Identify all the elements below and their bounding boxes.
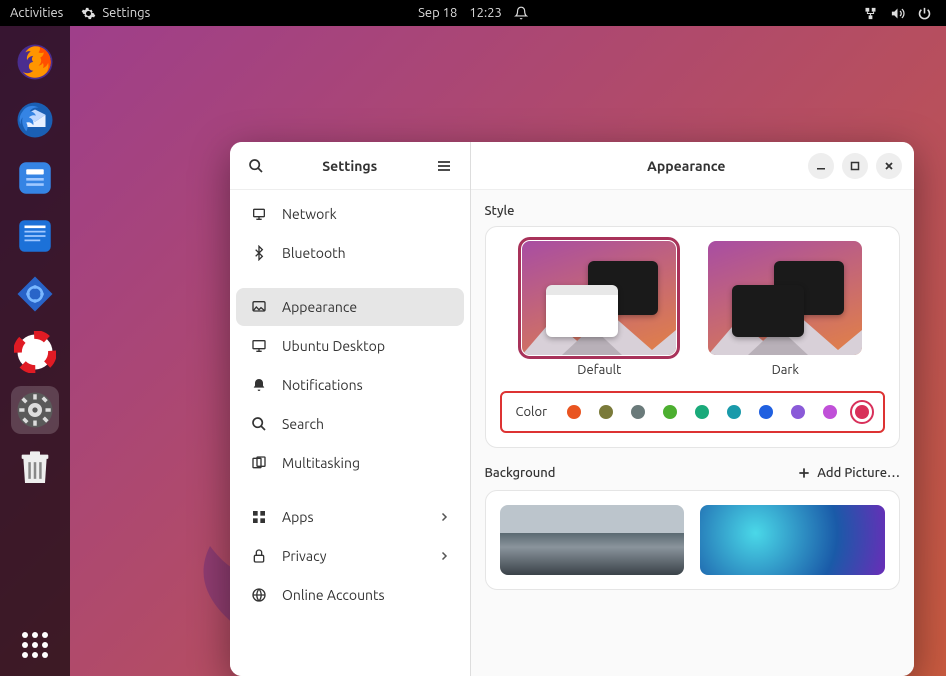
color-label: Color [516, 405, 548, 419]
activities-button[interactable]: Activities [10, 6, 63, 20]
accent-color-row: Color [500, 391, 886, 433]
sidebar-title: Settings [272, 158, 428, 174]
dock-app-thunderbird[interactable] [11, 96, 59, 144]
dock-app-trash[interactable] [11, 444, 59, 492]
sidebar-item-label: Notifications [282, 377, 363, 393]
sidebar-item-online-accounts[interactable]: Online Accounts [236, 576, 464, 614]
sidebar-item-label: Network [282, 206, 337, 222]
color-swatch-3[interactable] [663, 405, 677, 419]
color-swatch-6[interactable] [759, 405, 773, 419]
dock-app-settings[interactable] [11, 386, 59, 434]
sidebar-item-apps[interactable]: Apps [236, 498, 464, 536]
sidebar-item-notifications[interactable]: Notifications [236, 366, 464, 404]
style-label: Dark [772, 363, 799, 377]
content-title: Appearance [569, 158, 805, 174]
sidebar-header: Settings [230, 142, 470, 190]
network-status-icon[interactable] [863, 6, 878, 21]
sidebar-item-ubuntu-desktop[interactable]: Ubuntu Desktop [236, 327, 464, 365]
volume-icon[interactable] [890, 6, 905, 21]
color-swatch-9[interactable] [855, 405, 869, 419]
wallpaper-option-1[interactable] [500, 505, 685, 575]
minimize-button[interactable] [808, 153, 834, 179]
chevron-right-icon [438, 511, 450, 523]
color-swatch-2[interactable] [631, 405, 645, 419]
wallpaper-option-2[interactable] [700, 505, 885, 575]
active-app-indicator[interactable]: Settings [81, 6, 150, 21]
background-section-label: Background [485, 466, 556, 480]
sidebar-item-label: Appearance [282, 299, 357, 315]
sidebar-item-label: Ubuntu Desktop [282, 338, 385, 354]
menu-button[interactable] [428, 150, 460, 182]
close-button[interactable] [876, 153, 902, 179]
search-icon [250, 416, 268, 432]
sidebar-item-bluetooth[interactable]: Bluetooth [236, 234, 464, 272]
sidebar-item-label: Bluetooth [282, 245, 346, 261]
time-label: 12:23 [469, 6, 502, 20]
style-label: Default [577, 363, 621, 377]
bluetooth-icon [250, 245, 268, 261]
sidebar-item-label: Multitasking [282, 455, 360, 471]
sidebar-item-label: Search [282, 416, 324, 432]
date-label: Sep 18 [418, 6, 457, 20]
clock[interactable]: Sep 18 12:23 [418, 6, 528, 20]
apps-icon [250, 509, 268, 525]
add-picture-label: Add Picture… [817, 466, 900, 480]
power-icon[interactable] [917, 6, 932, 21]
sidebar-item-multitasking[interactable]: Multitasking [236, 444, 464, 482]
top-bar: Activities Settings Sep 18 12:23 [0, 0, 946, 26]
dock [0, 26, 70, 676]
active-app-label: Settings [102, 6, 150, 20]
style-thumb-light [522, 241, 676, 355]
background-card [485, 490, 901, 590]
style-section-label: Style [485, 204, 901, 218]
color-swatch-8[interactable] [823, 405, 837, 419]
bell-icon [250, 377, 268, 393]
style-thumb-dark [708, 241, 862, 355]
sidebar-item-label: Apps [282, 509, 314, 525]
privacy-icon [250, 548, 268, 564]
multitask-icon [250, 455, 268, 471]
search-button[interactable] [240, 150, 272, 182]
color-swatch-4[interactable] [695, 405, 709, 419]
color-swatch-1[interactable] [599, 405, 613, 419]
sidebar-item-search[interactable]: Search [236, 405, 464, 443]
sidebar-item-label: Privacy [282, 548, 326, 564]
add-picture-button[interactable]: Add Picture… [797, 466, 900, 480]
color-swatch-5[interactable] [727, 405, 741, 419]
settings-sidebar: Settings Network Bluetooth Appearance Ubunt… [230, 142, 471, 676]
settings-content: Appearance Style DefaultDark Color Ba [471, 142, 915, 676]
appearance-icon [250, 299, 268, 315]
content-header: Appearance [471, 142, 915, 190]
sidebar-item-privacy[interactable]: Privacy [236, 537, 464, 575]
sidebar-list: Network Bluetooth Appearance Ubuntu Desktop… [230, 190, 470, 676]
maximize-button[interactable] [842, 153, 868, 179]
style-option-light[interactable]: Default [522, 241, 676, 377]
dock-app-firefox[interactable] [11, 38, 59, 86]
sidebar-item-network[interactable]: Network [236, 195, 464, 233]
desktop-icon [250, 338, 268, 354]
settings-window: Settings Network Bluetooth Appearance Ubunt… [230, 142, 914, 676]
dock-app-files[interactable] [11, 154, 59, 202]
gear-icon [81, 6, 96, 21]
color-swatch-7[interactable] [791, 405, 805, 419]
style-card: Default Dark Color [485, 226, 901, 448]
notification-bell-icon [514, 6, 528, 20]
dock-app-help[interactable] [11, 328, 59, 376]
chevron-right-icon [438, 550, 450, 562]
accounts-icon [250, 587, 268, 603]
network-icon [250, 206, 268, 222]
show-applications-button[interactable] [22, 632, 48, 658]
sidebar-item-appearance[interactable]: Appearance [236, 288, 464, 326]
dock-app-software[interactable] [11, 270, 59, 318]
dock-app-writer[interactable] [11, 212, 59, 260]
color-swatch-0[interactable] [567, 405, 581, 419]
sidebar-item-label: Online Accounts [282, 587, 385, 603]
style-option-dark[interactable]: Dark [708, 241, 862, 377]
